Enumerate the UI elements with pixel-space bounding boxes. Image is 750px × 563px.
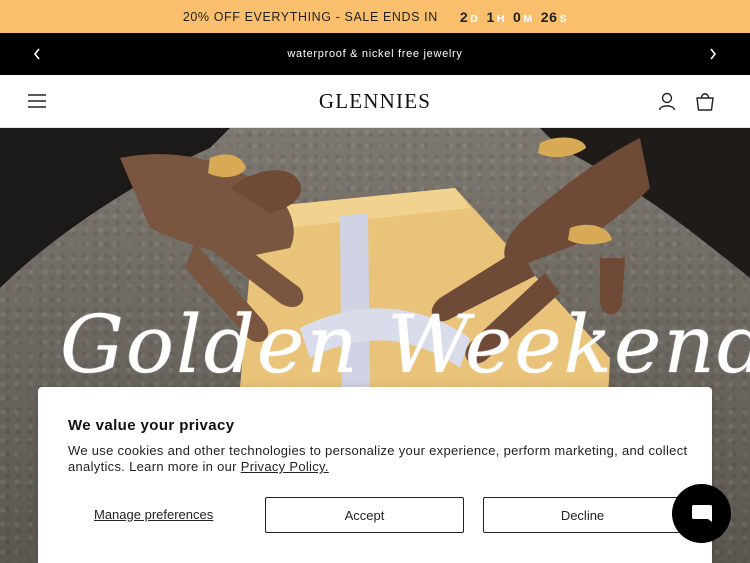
cookie-description-text: We use cookies and other technologies to… bbox=[68, 443, 688, 474]
account-button[interactable] bbox=[656, 90, 678, 112]
manage-preferences-link[interactable]: Manage preferences bbox=[94, 507, 213, 522]
site-logo[interactable]: GLENNIES bbox=[0, 89, 750, 114]
chat-icon bbox=[691, 504, 712, 522]
countdown-seconds: 26 bbox=[540, 8, 558, 25]
countdown-hours-unit: H bbox=[496, 12, 506, 25]
cookie-title: We value your privacy bbox=[68, 417, 235, 434]
cart-button[interactable] bbox=[694, 90, 716, 112]
countdown-timer: 2 D 1 H 0 M 26 S bbox=[452, 9, 567, 25]
announcement-text: waterproof & nickel free jewelry bbox=[287, 48, 463, 60]
countdown-days-unit: D bbox=[470, 12, 479, 25]
countdown-days: 2 bbox=[459, 8, 469, 25]
cookie-description: We use cookies and other technologies to… bbox=[68, 443, 688, 475]
announcement-bar: waterproof & nickel free jewelry bbox=[0, 33, 750, 75]
hero-headline: Golden Weekend bbox=[60, 298, 750, 391]
announcement-prev-button[interactable] bbox=[22, 33, 52, 75]
user-icon bbox=[658, 92, 676, 111]
accept-button[interactable]: Accept bbox=[265, 497, 464, 533]
countdown-seconds-unit: S bbox=[559, 12, 568, 25]
promo-bar: 20% OFF EVERYTHING - SALE ENDS IN 2 D 1 … bbox=[0, 0, 750, 33]
chevron-right-icon bbox=[710, 48, 717, 60]
countdown-minutes: 0 bbox=[513, 8, 522, 25]
promo-text: 20% OFF EVERYTHING - SALE ENDS IN bbox=[182, 9, 438, 24]
chat-button[interactable] bbox=[672, 484, 731, 543]
shopping-bag-icon bbox=[696, 93, 714, 111]
countdown-hours: 1 bbox=[486, 8, 495, 25]
chevron-left-icon bbox=[33, 48, 40, 60]
site-header: GLENNIES bbox=[0, 75, 750, 128]
announcement-next-button[interactable] bbox=[698, 33, 728, 75]
cookie-consent-dialog: We value your privacy We use cookies and… bbox=[38, 387, 712, 563]
privacy-policy-link[interactable]: Privacy Policy. bbox=[241, 459, 329, 474]
countdown-minutes-unit: M bbox=[523, 12, 533, 25]
decline-button[interactable]: Decline bbox=[483, 497, 682, 533]
